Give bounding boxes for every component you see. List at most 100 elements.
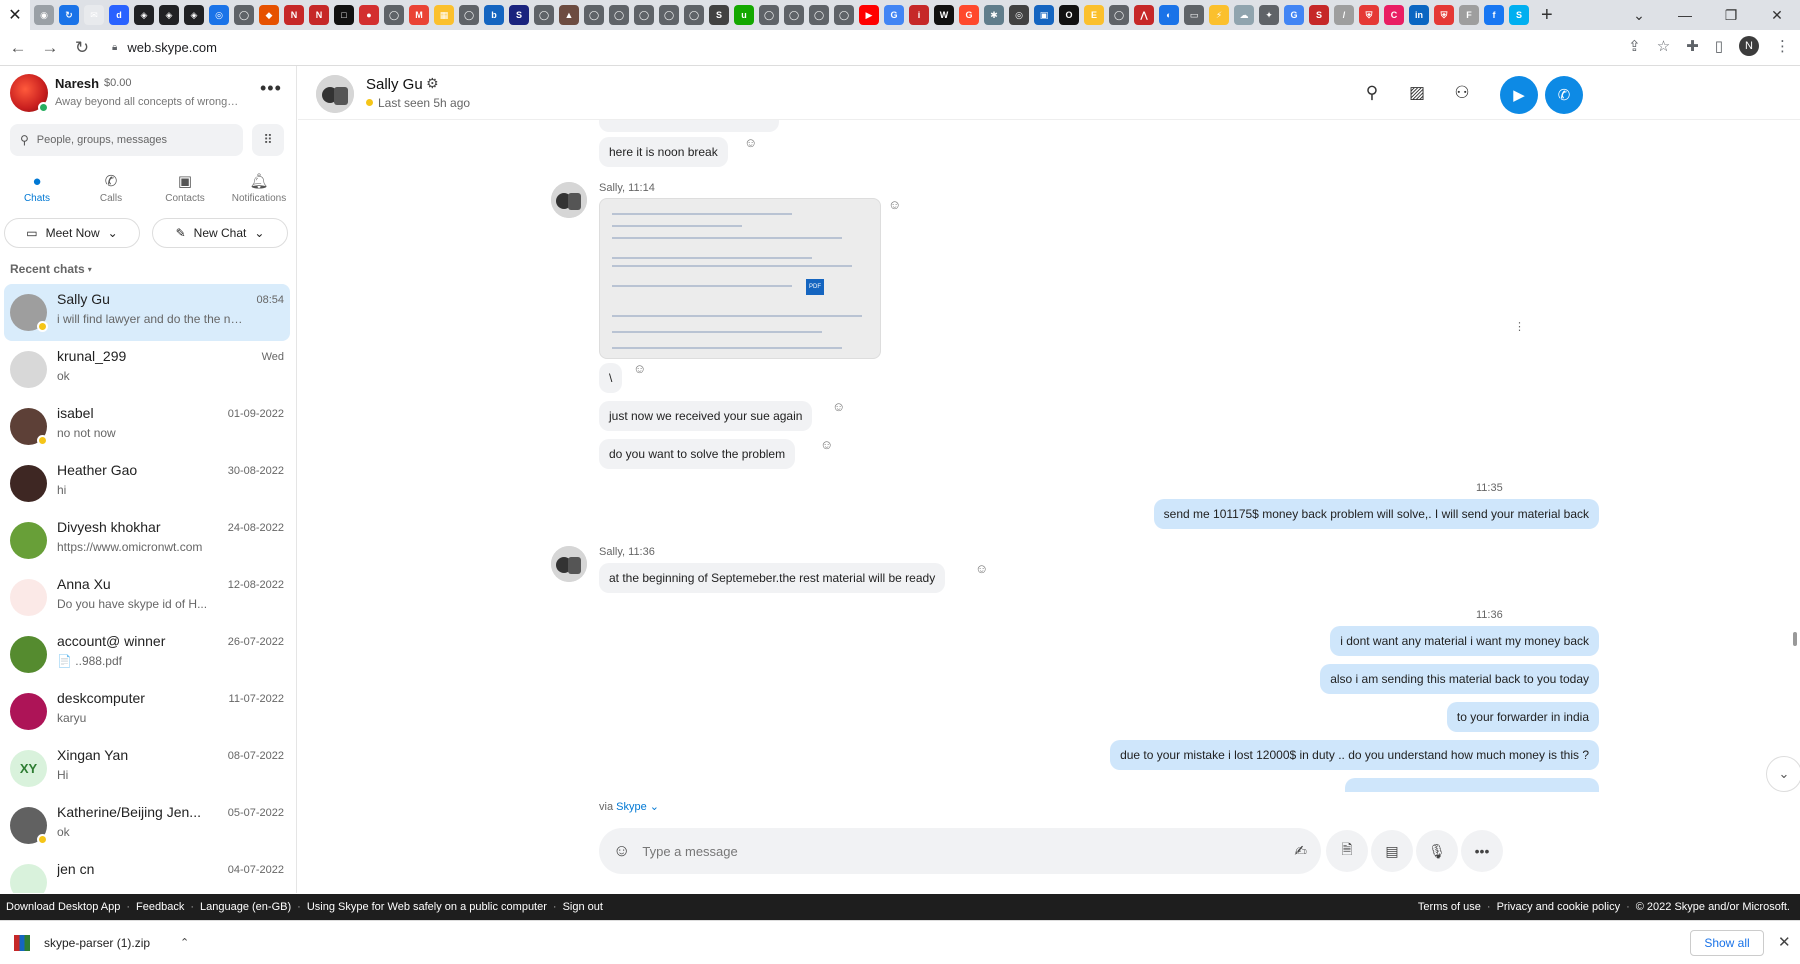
pills-icon[interactable]: ● [359, 5, 379, 25]
avatar[interactable] [10, 522, 47, 559]
avatar[interactable] [551, 546, 587, 582]
tab-notifications[interactable]: 🔔︎ Notifications [222, 162, 296, 214]
record-audio-button[interactable]: 🎙︎ [1416, 830, 1458, 872]
profile-avatar[interactable]: N [1739, 36, 1759, 56]
slash-icon[interactable]: / [1334, 5, 1354, 25]
minimize-icon[interactable]: — [1662, 7, 1708, 23]
message-bubble[interactable]: at the beginning of Septemeber.the rest … [599, 563, 946, 593]
scroll-to-bottom-button[interactable]: ⌄ [1766, 756, 1800, 792]
meet-now-button[interactable]: ▭ Meet Now ⌄ [4, 218, 140, 248]
react-icon[interactable]: ☺ [975, 561, 988, 576]
folder-icon[interactable]: ▭ [1184, 5, 1204, 25]
star-icon[interactable]: ✱ [984, 5, 1004, 25]
chat-list-item[interactable]: Katherine/Beijing Jen... 05-07-2022 ok [4, 797, 290, 854]
dialpad-button[interactable]: ⠿ [252, 124, 284, 156]
w-icon[interactable]: W [934, 5, 954, 25]
message-bubble[interactable]: also i am sending this material back to … [1320, 664, 1599, 694]
message-bubble[interactable]: \ [599, 363, 623, 393]
chat-list-item[interactable]: Divyesh khokhar 24-08-2022 https://www.omi… [4, 512, 290, 569]
circle-icon[interactable]: ◐ [1159, 5, 1179, 25]
chat-list-item[interactable]: Anna Xu 12-08-2022 Do you have skype id of… [4, 569, 290, 626]
cloud-icon[interactable]: ☁ [1234, 5, 1254, 25]
react-icon[interactable]: ☺ [832, 399, 845, 414]
message-bubble[interactable]: to your forwarder in india [1446, 702, 1599, 732]
google-icon[interactable]: G [1284, 5, 1304, 25]
news-icon[interactable]: N [284, 5, 304, 25]
shield-icon[interactable]: ⛨ [1359, 5, 1379, 25]
upwork-icon[interactable]: u [734, 5, 754, 25]
footer-link[interactable]: Using Skype for Web safely on a public c… [307, 901, 547, 913]
message-bubble[interactable]: due to your mistake i lost 12000$ in dut… [1110, 740, 1599, 770]
globe-icon[interactable]: ◯ [234, 5, 254, 25]
back-icon[interactable]: ← [4, 38, 32, 58]
gallery-icon[interactable]: ▨ [1404, 80, 1430, 106]
globe-icon[interactable]: ◯ [1109, 5, 1129, 25]
message-options-icon[interactable]: ⋮ [1514, 320, 1525, 333]
message-bubble[interactable]: i dont want any material i want my money… [1330, 626, 1599, 656]
globe-icon[interactable]: ◯ [759, 5, 779, 25]
chat-list-item[interactable]: jen cn 04-07-2022 [4, 854, 290, 893]
audio-call-button[interactable]: ✆ [1545, 76, 1583, 114]
attach-file-button[interactable]: 🗎︎ [1326, 830, 1368, 872]
avatar[interactable] [10, 693, 47, 730]
reload-icon[interactable]: ↻ [68, 38, 96, 58]
e-icon[interactable]: E [1084, 5, 1104, 25]
search-input[interactable]: ⚲ People, groups, messages [10, 124, 243, 156]
footer-link[interactable]: Download Desktop App [6, 901, 120, 913]
news-icon[interactable]: N [309, 5, 329, 25]
chrome-icon[interactable]: ◉ [34, 5, 54, 25]
message-composer[interactable]: ☺ Type a message ✍ [599, 828, 1321, 874]
format-icon[interactable]: ✍ [1294, 842, 1307, 860]
footer-link[interactable]: © 2022 Skype and/or Microsoft. [1636, 901, 1790, 913]
message-bubble[interactable] [1345, 778, 1599, 792]
url-text[interactable]: web.skype.com [127, 40, 217, 55]
linkedin-icon[interactable]: in [1409, 5, 1429, 25]
image-attachment[interactable]: PDF [599, 198, 881, 359]
message-bubble[interactable]: send me 101175$ money back problem will … [1153, 499, 1599, 529]
side-panel-icon[interactable]: ▯ [1715, 37, 1723, 55]
gmail-icon[interactable]: M [409, 5, 429, 25]
skype-credit[interactable]: $0.00 [104, 77, 132, 89]
footer-link[interactable]: Terms of use [1418, 901, 1481, 913]
block-icon[interactable]: ◈ [159, 5, 179, 25]
tab-calls[interactable]: ✆ Calls [74, 162, 148, 214]
close-icon[interactable]: ✕ [1778, 933, 1791, 951]
compass-icon[interactable]: ◎ [209, 5, 229, 25]
search-icon[interactable]: ⚲ [1359, 80, 1385, 106]
avatar[interactable] [551, 182, 587, 218]
message-bubble[interactable] [599, 120, 779, 132]
react-icon[interactable]: ☺ [633, 361, 646, 376]
iqp-icon[interactable]: i [909, 5, 929, 25]
globe-icon[interactable]: ◯ [809, 5, 829, 25]
chevron-down-icon[interactable]: ⌄ [650, 801, 659, 813]
new-chat-button[interactable]: ✎ New Chat ⌄ [152, 218, 288, 248]
avatar[interactable] [10, 351, 47, 388]
block-icon[interactable]: ◈ [184, 5, 204, 25]
tab-contacts[interactable]: ▣ Contacts [148, 162, 222, 214]
hat-icon[interactable]: ▲ [559, 5, 579, 25]
download-item[interactable]: skype-parser (1).zip ⌃ [14, 934, 189, 951]
close-window-icon[interactable]: ✕ [1754, 7, 1800, 24]
kebab-menu-icon[interactable]: ⋮ [1775, 37, 1790, 55]
shop-icon[interactable]: ◆ [259, 5, 279, 25]
footer-link[interactable]: Language (en-GB) [200, 901, 291, 913]
globe-icon[interactable]: ◯ [834, 5, 854, 25]
avatar[interactable] [10, 636, 47, 673]
flag-icon[interactable]: ▣ [1034, 5, 1054, 25]
chevron-down-icon[interactable]: ⌄ [1616, 7, 1662, 24]
chevron-up-icon[interactable]: ⌃ [180, 936, 189, 949]
add-people-icon[interactable]: ⚇ [1449, 80, 1475, 106]
globe-icon[interactable]: ◯ [609, 5, 629, 25]
o-icon[interactable]: O [1059, 5, 1079, 25]
g2-icon[interactable]: G [959, 5, 979, 25]
new-tab-button[interactable]: + [1541, 4, 1553, 27]
facebook-icon[interactable]: f [1484, 5, 1504, 25]
close-tab-icon[interactable]: ✕ [0, 0, 30, 30]
brand-icon[interactable]: b [484, 5, 504, 25]
globe-icon[interactable]: ◯ [534, 5, 554, 25]
emoji-icon[interactable]: ☺ [613, 841, 630, 861]
globe-icon[interactable]: ◯ [659, 5, 679, 25]
footer-link[interactable]: Sign out [563, 901, 603, 913]
extensions-icon[interactable]: ✚ [1686, 37, 1699, 55]
message-bubble[interactable]: here it is noon break [599, 137, 728, 167]
